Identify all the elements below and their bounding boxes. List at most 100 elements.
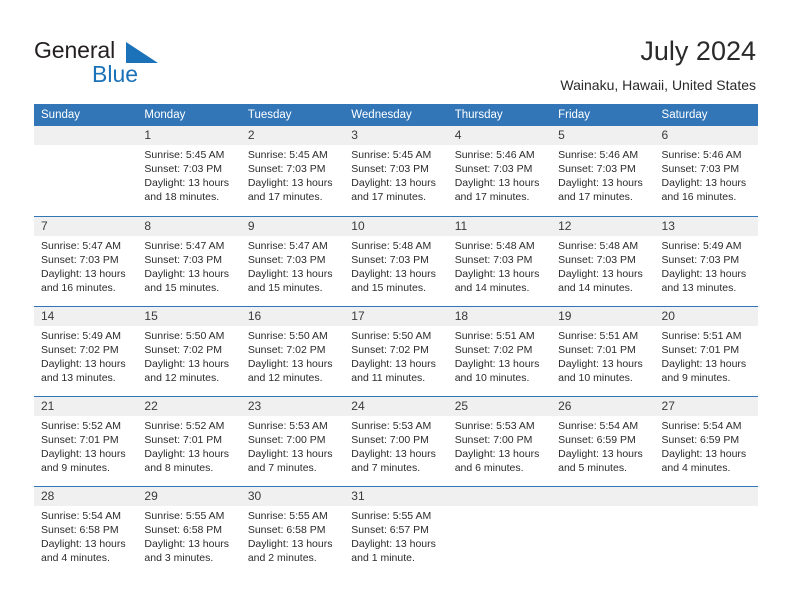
calendar-day-cell[interactable]: 23 Sunrise: 5:53 AM Sunset: 7:00 PM Dayligh… [240, 395, 345, 486]
day-number: 15 [137, 306, 241, 326]
calendar-day-cell[interactable]: 1 Sunrise: 5:45 AM Sunset: 7:03 PM Daylight… [137, 126, 241, 216]
weekday-header-tuesday: Tuesday [240, 104, 345, 126]
sunset-text: Sunset: 7:00 PM [247, 433, 326, 446]
calendar-day-cell[interactable]: 18 Sunrise: 5:51 AM Sunset: 7:02 PM Dayligh… [447, 305, 552, 396]
calendar-day-cell[interactable]: 29 Sunrise: 5:55 AM Sunset: 6:58 PM Dayligh… [137, 485, 241, 576]
calendar-day-cell[interactable]: 6 Sunrise: 5:46 AM Sunset: 7:03 PM Daylight… [654, 126, 758, 216]
sunrise-text: Sunrise: 5:46 AM [558, 149, 639, 161]
calendar-header-row: Sunday Monday Tuesday Wednesday Thursday… [34, 104, 758, 126]
day-number [34, 126, 138, 145]
day-details: Sunrise: 5:53 AM Sunset: 7:00 PM Daylight:… [448, 416, 551, 475]
calendar-day-cell[interactable]: 8 Sunrise: 5:47 AM Sunset: 7:03 PM Daylight… [137, 215, 241, 306]
calendar-day-cell[interactable]: 4 Sunrise: 5:46 AM Sunset: 7:03 PM Daylight… [447, 126, 552, 216]
day-number: 30 [240, 486, 345, 506]
daylight-text-line2: and 17 minutes. [247, 191, 323, 203]
sunset-text: Sunset: 7:03 PM [247, 253, 326, 266]
daylight-text-line2: and 13 minutes. [41, 371, 116, 384]
calendar-week-row: 1 Sunrise: 5:45 AM Sunset: 7:03 PM Daylight… [34, 126, 758, 216]
calendar-day-cell[interactable]: 17 Sunrise: 5:50 AM Sunset: 7:02 PM Dayligh… [344, 305, 448, 396]
daylight-text-line1: Daylight: 13 hours [144, 357, 230, 370]
day-details: Sunrise: 5:45 AM Sunset: 7:03 PM Daylight:… [137, 145, 240, 204]
calendar-day-cell[interactable]: 25 Sunrise: 5:53 AM Sunset: 7:00 PM Dayligh… [447, 395, 552, 486]
day-details: Sunrise: 5:45 AM Sunset: 7:03 PM Daylight:… [344, 145, 447, 204]
calendar-week-row: 7 Sunrise: 5:47 AM Sunset: 7:03 PM Daylight… [34, 215, 758, 306]
daylight-text-line1: Daylight: 13 hours [144, 177, 230, 189]
daylight-text-line2: and 16 minutes. [661, 191, 737, 203]
calendar-day-cell[interactable]: 31 Sunrise: 5:55 AM Sunset: 6:57 PM Dayligh… [344, 485, 448, 576]
day-number: 5 [551, 126, 655, 145]
sunrise-text: Sunrise: 5:52 AM [144, 419, 225, 432]
calendar-day-cell[interactable]: 26 Sunrise: 5:54 AM Sunset: 6:59 PM Dayligh… [551, 395, 655, 486]
calendar-day-cell[interactable]: 30 Sunrise: 5:55 AM Sunset: 6:58 PM Dayligh… [240, 485, 345, 576]
calendar-day-cell[interactable]: 24 Sunrise: 5:53 AM Sunset: 7:00 PM Dayligh… [344, 395, 448, 486]
calendar-day-cell[interactable]: 12 Sunrise: 5:48 AM Sunset: 7:03 PM Dayligh… [551, 215, 655, 306]
sunrise-text: Sunrise: 5:45 AM [351, 149, 432, 161]
sunset-text: Sunset: 7:03 PM [144, 163, 223, 175]
daylight-text-line2: and 18 minutes. [144, 191, 220, 203]
sunrise-text: Sunrise: 5:48 AM [454, 239, 535, 252]
sunset-text: Sunset: 7:02 PM [41, 343, 119, 356]
calendar-day-cell[interactable]: 3 Sunrise: 5:45 AM Sunset: 7:03 PM Daylight… [344, 126, 448, 216]
brand-name-blue: Blue [92, 61, 139, 87]
sunrise-text: Sunrise: 5:46 AM [454, 149, 535, 161]
calendar-day-cell[interactable]: 13 Sunrise: 5:49 AM Sunset: 7:03 PM Dayligh… [654, 215, 758, 306]
day-details: Sunrise: 5:46 AM Sunset: 7:03 PM Daylight:… [448, 145, 551, 204]
sunrise-text: Sunrise: 5:47 AM [41, 239, 121, 252]
daylight-text-line1: Daylight: 13 hours [247, 447, 333, 460]
calendar-day-cell[interactable]: 14 Sunrise: 5:49 AM Sunset: 7:02 PM Dayligh… [34, 305, 138, 396]
calendar-week-row: 21 Sunrise: 5:52 AM Sunset: 7:01 PM Dayligh… [34, 395, 758, 486]
weekday-header-friday: Friday [551, 104, 655, 126]
weekday-header-sunday: Sunday [34, 104, 138, 126]
daylight-text-line2: and 17 minutes. [558, 191, 633, 203]
sunrise-text: Sunrise: 5:53 AM [247, 419, 328, 432]
sunrise-text: Sunrise: 5:50 AM [351, 329, 432, 342]
day-details: Sunrise: 5:48 AM Sunset: 7:03 PM Daylight:… [551, 236, 654, 295]
brand-name-general: General [34, 37, 116, 63]
day-details: Sunrise: 5:48 AM Sunset: 7:03 PM Daylight:… [344, 236, 447, 295]
day-details: Sunrise: 5:53 AM Sunset: 7:00 PM Daylight:… [344, 416, 447, 475]
calendar-day-cell[interactable]: 21 Sunrise: 5:52 AM Sunset: 7:01 PM Dayligh… [34, 395, 138, 486]
calendar-day-cell[interactable]: 11 Sunrise: 5:48 AM Sunset: 7:03 PM Dayligh… [447, 215, 552, 306]
daylight-text-line1: Daylight: 13 hours [661, 177, 747, 189]
calendar-day-cell[interactable]: 7 Sunrise: 5:47 AM Sunset: 7:03 PM Daylight… [34, 215, 138, 306]
day-number: 7 [34, 216, 138, 236]
calendar-page: General Blue July 2024 Wainaku, Hawaii, … [0, 0, 792, 612]
calendar-empty-cell [34, 126, 138, 216]
day-details: Sunrise: 5:52 AM Sunset: 7:01 PM Daylight:… [137, 416, 240, 475]
sunset-text: Sunset: 6:58 PM [41, 523, 119, 536]
calendar-day-cell[interactable]: 19 Sunrise: 5:51 AM Sunset: 7:01 PM Dayligh… [551, 305, 655, 396]
calendar-empty-cell [551, 485, 655, 576]
calendar-day-cell[interactable]: 2 Sunrise: 5:45 AM Sunset: 7:03 PM Daylight… [240, 126, 345, 216]
calendar-day-cell[interactable]: 16 Sunrise: 5:50 AM Sunset: 7:02 PM Dayligh… [240, 305, 345, 396]
calendar-day-cell[interactable]: 5 Sunrise: 5:46 AM Sunset: 7:03 PM Daylight… [551, 126, 655, 216]
day-details: Sunrise: 5:46 AM Sunset: 7:03 PM Daylight:… [655, 145, 758, 204]
sunrise-text: Sunrise: 5:54 AM [558, 419, 639, 432]
sunset-text: Sunset: 7:02 PM [454, 343, 533, 356]
calendar-day-cell[interactable]: 15 Sunrise: 5:50 AM Sunset: 7:02 PM Dayligh… [137, 305, 241, 396]
calendar-day-cell[interactable]: 9 Sunrise: 5:47 AM Sunset: 7:03 PM Daylight… [240, 215, 345, 306]
page-header: General Blue July 2024 Wainaku, Hawaii, … [0, 0, 792, 103]
sunrise-text: Sunrise: 5:51 AM [558, 329, 639, 342]
daylight-text-line1: Daylight: 13 hours [247, 267, 333, 280]
day-details: Sunrise: 5:48 AM Sunset: 7:03 PM Daylight:… [448, 236, 551, 295]
calendar-day-cell[interactable]: 28 Sunrise: 5:54 AM Sunset: 6:58 PM Dayligh… [34, 485, 138, 576]
sunrise-text: Sunrise: 5:45 AM [247, 149, 328, 161]
calendar-day-cell[interactable]: 27 Sunrise: 5:54 AM Sunset: 6:59 PM Dayligh… [654, 395, 758, 486]
brand-logo[interactable]: General Blue [34, 37, 234, 87]
calendar-day-cell[interactable]: 22 Sunrise: 5:52 AM Sunset: 7:01 PM Dayligh… [137, 395, 241, 486]
daylight-text-line2: and 15 minutes. [351, 281, 426, 294]
daylight-text-line2: and 5 minutes. [558, 461, 627, 474]
day-details: Sunrise: 5:49 AM Sunset: 7:03 PM Daylight:… [655, 236, 758, 295]
sunset-text: Sunset: 7:01 PM [558, 343, 636, 356]
sunrise-text: Sunrise: 5:51 AM [454, 329, 535, 342]
sunset-text: Sunset: 7:03 PM [144, 253, 223, 266]
calendar-day-cell[interactable]: 10 Sunrise: 5:48 AM Sunset: 7:03 PM Dayligh… [344, 215, 448, 306]
daylight-text-line1: Daylight: 13 hours [247, 357, 333, 370]
day-details: Sunrise: 5:45 AM Sunset: 7:03 PM Daylight:… [241, 145, 344, 204]
sunset-text: Sunset: 6:59 PM [661, 433, 740, 446]
calendar-day-cell[interactable]: 20 Sunrise: 5:51 AM Sunset: 7:01 PM Dayligh… [654, 305, 758, 396]
day-number: 31 [344, 486, 448, 506]
day-number: 3 [344, 126, 448, 145]
sunset-text: Sunset: 7:03 PM [454, 253, 533, 266]
daylight-text-line2: and 3 minutes. [144, 551, 214, 564]
